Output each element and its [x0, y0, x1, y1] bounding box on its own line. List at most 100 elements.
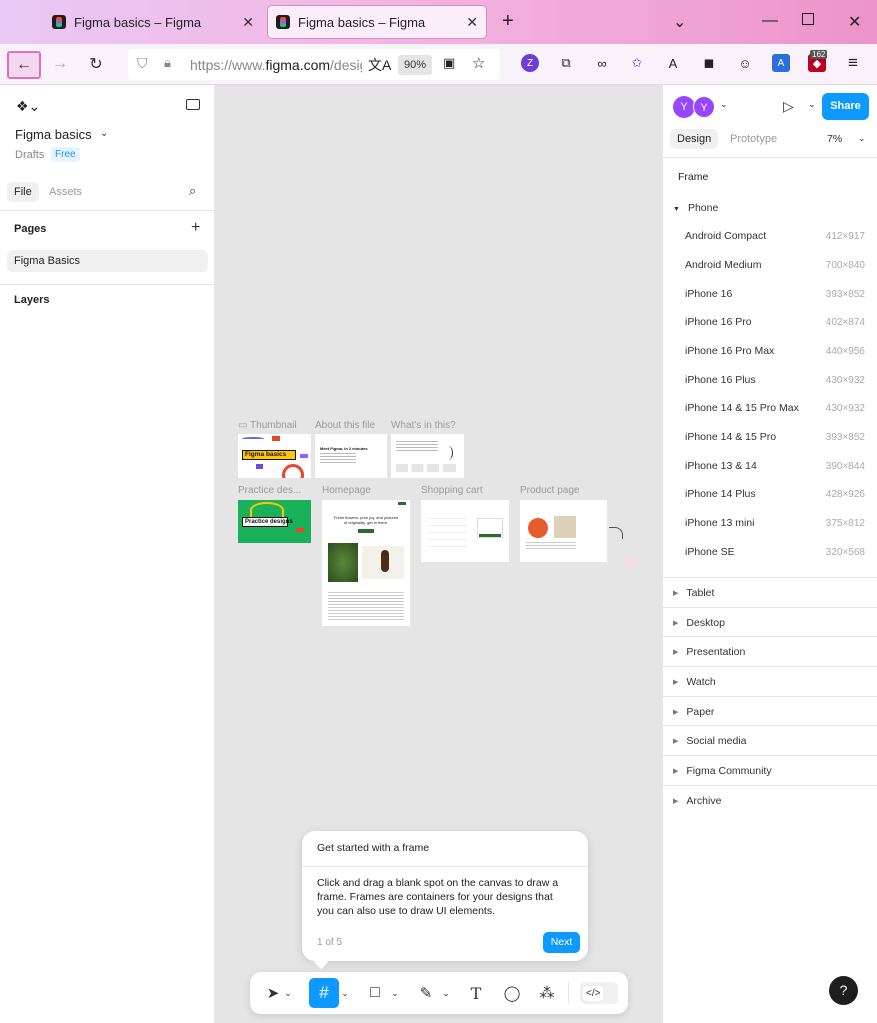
- preset-item[interactable]: iPhone 16 393×852: [685, 280, 865, 308]
- minimize-icon[interactable]: —: [762, 12, 778, 30]
- present-play-icon[interactable]: ▷: [783, 98, 794, 115]
- puzzle-extension-icon[interactable]: ⧉: [557, 54, 575, 72]
- translate-icon[interactable]: 文A: [368, 55, 391, 75]
- frame-label-practice[interactable]: Practice des...: [238, 485, 301, 496]
- frame-label-product[interactable]: Product page: [520, 485, 580, 496]
- preset-group-social-media[interactable]: ▶ Social media: [663, 725, 877, 755]
- bookmark-star-icon[interactable]: ☆: [472, 54, 485, 72]
- close-tab-icon[interactable]: ✕: [242, 14, 254, 31]
- plan-badge[interactable]: Free: [51, 147, 80, 162]
- frame-product-page[interactable]: [520, 500, 607, 562]
- tab-list-chevron-icon[interactable]: ⌄: [673, 12, 686, 32]
- preset-item[interactable]: iPhone 13 & 14 390×844: [685, 452, 865, 480]
- url-text[interactable]: https://www.figma.com/design: [190, 57, 362, 73]
- menu-icon[interactable]: ≡: [844, 53, 862, 72]
- frame-label-homepage[interactable]: Homepage: [322, 485, 371, 496]
- frame-tool-chevron-icon[interactable]: ⌄: [340, 982, 350, 1004]
- zoom-chevron-icon[interactable]: ⌄: [858, 133, 866, 144]
- preset-group-watch[interactable]: ▶ Watch: [663, 666, 877, 696]
- preset-item[interactable]: iPhone 16 Pro Max 440×956: [685, 337, 865, 365]
- preset-item[interactable]: iPhone 16 Pro 402×874: [685, 308, 865, 336]
- profile-avatar[interactable]: Z: [521, 54, 539, 72]
- glasses-extension-icon[interactable]: ∞: [593, 54, 611, 72]
- preset-item[interactable]: iPhone 14 & 15 Pro 393×852: [685, 423, 865, 451]
- frame-thumbnail[interactable]: Figma basics: [238, 434, 311, 478]
- figma-menu-icon[interactable]: ❖⌄: [16, 98, 40, 115]
- frame-label-cart[interactable]: Shopping cart: [421, 485, 483, 496]
- preset-group-phone[interactable]: ▼ Phone: [673, 202, 718, 214]
- browser-tab[interactable]: Figma basics – Figma ✕: [44, 6, 262, 38]
- frame-shopping-cart[interactable]: [421, 500, 509, 562]
- pen-tool-chevron-icon[interactable]: ⌄: [441, 982, 451, 1004]
- file-menu-chevron-icon[interactable]: ⌄: [100, 128, 108, 139]
- dev-mode-toggle[interactable]: </>: [580, 982, 618, 1004]
- raccoon-extension-icon[interactable]: ☺: [736, 54, 754, 72]
- avatars-chevron-icon[interactable]: ⌄: [720, 99, 728, 110]
- frame-about[interactable]: Meet Figma, in 2 minutes: [315, 434, 387, 478]
- add-page-icon[interactable]: +: [191, 219, 200, 237]
- forward-button[interactable]: →: [47, 52, 73, 76]
- new-tab-icon[interactable]: +: [502, 10, 514, 33]
- frame-practice[interactable]: Practice designs: [238, 500, 311, 543]
- back-button[interactable]: ←: [7, 51, 41, 79]
- frame-label-thumbnail[interactable]: ▭ Thumbnail: [238, 420, 297, 431]
- font-extension-icon[interactable]: A: [664, 54, 682, 72]
- tab-prototype[interactable]: Prototype: [730, 133, 777, 145]
- frame-label-about[interactable]: About this file: [315, 420, 375, 431]
- frame-whats-in[interactable]: [391, 434, 464, 478]
- present-chevron-icon[interactable]: ⌄: [808, 99, 816, 110]
- comment-tool-icon[interactable]: ◯: [501, 982, 523, 1004]
- canvas[interactable]: ▭ Thumbnail Figma basics About this file…: [215, 85, 662, 1023]
- preset-item[interactable]: iPhone 16 Plus 430×932: [685, 366, 865, 394]
- preset-item[interactable]: iPhone 14 Plus 428×926: [685, 480, 865, 508]
- window-close-icon[interactable]: ✕: [848, 12, 861, 32]
- zoom-level[interactable]: 7%: [827, 133, 842, 145]
- move-tool-chevron-icon[interactable]: ⌄: [283, 982, 293, 1004]
- avatar[interactable]: Y: [673, 96, 695, 118]
- preset-group-desktop[interactable]: ▶ Desktop: [663, 607, 877, 637]
- next-button[interactable]: Next: [543, 932, 580, 953]
- shield-icon[interactable]: ⛉: [137, 55, 148, 72]
- close-tab-icon[interactable]: ✕: [466, 14, 478, 31]
- preset-group-archive[interactable]: ▶ Archive: [663, 785, 877, 815]
- avatar[interactable]: Y: [693, 96, 715, 118]
- tab-assets[interactable]: Assets: [49, 186, 82, 198]
- preset-item[interactable]: Android Medium 700×840: [685, 251, 865, 279]
- shape-tool-chevron-icon[interactable]: ⌄: [390, 982, 400, 1004]
- bear-extension-icon[interactable]: ◼: [700, 54, 718, 72]
- drafts-label[interactable]: Drafts: [15, 149, 44, 161]
- pen-tool-icon[interactable]: ✎: [415, 982, 437, 1004]
- preset-item[interactable]: iPhone SE 320×568: [685, 538, 865, 566]
- preset-item[interactable]: Android Compact 412×917: [685, 222, 865, 250]
- zoom-badge[interactable]: 90%: [398, 55, 432, 75]
- star-extension-icon[interactable]: ✩: [628, 54, 646, 72]
- page-item-figma-basics[interactable]: Figma Basics: [7, 250, 208, 272]
- move-tool-icon[interactable]: ➤: [262, 982, 284, 1004]
- file-name[interactable]: Figma basics: [15, 127, 92, 142]
- rectangle-tool-icon[interactable]: □: [364, 982, 386, 1004]
- translator-extension-icon[interactable]: A: [772, 54, 790, 72]
- preset-group-presentation[interactable]: ▶ Presentation: [663, 636, 877, 666]
- panel-toggle-icon[interactable]: [186, 99, 200, 110]
- preset-item[interactable]: iPhone 14 & 15 Pro Max 430×932: [685, 394, 865, 422]
- help-button[interactable]: ?: [829, 976, 858, 1005]
- frame-homepage[interactable]: Fresh flowers, pure joy, and pictures of…: [322, 500, 410, 626]
- search-icon[interactable]: ⌕: [189, 183, 196, 199]
- preset-group-figma-community[interactable]: ▶ Figma Community: [663, 755, 877, 785]
- tab-design[interactable]: Design: [670, 129, 719, 149]
- text-tool-icon[interactable]: T: [465, 982, 487, 1004]
- frame-tool-icon[interactable]: #: [309, 978, 339, 1008]
- browser-tab-active[interactable]: Figma basics – Figma ✕: [268, 6, 486, 38]
- share-button[interactable]: Share: [822, 93, 869, 120]
- reload-button[interactable]: ↻: [83, 52, 109, 76]
- lock-icon[interactable]: 🔒︎: [164, 55, 171, 71]
- preset-group-tablet[interactable]: ▶ Tablet: [663, 577, 877, 607]
- url-bar[interactable]: ⛉ 🔒︎ https://www.figma.com/design 文A 90%…: [128, 49, 500, 80]
- maximize-icon[interactable]: [802, 13, 814, 25]
- frame-label-whats-in[interactable]: What's in this?: [391, 420, 456, 431]
- preset-item[interactable]: iPhone 13 mini 375×812: [685, 509, 865, 537]
- actions-tool-icon[interactable]: ⁂: [536, 982, 558, 1004]
- preset-group-paper[interactable]: ▶ Paper: [663, 696, 877, 726]
- reader-translate-icon[interactable]: ▣: [443, 55, 455, 71]
- tab-file[interactable]: File: [7, 182, 39, 202]
